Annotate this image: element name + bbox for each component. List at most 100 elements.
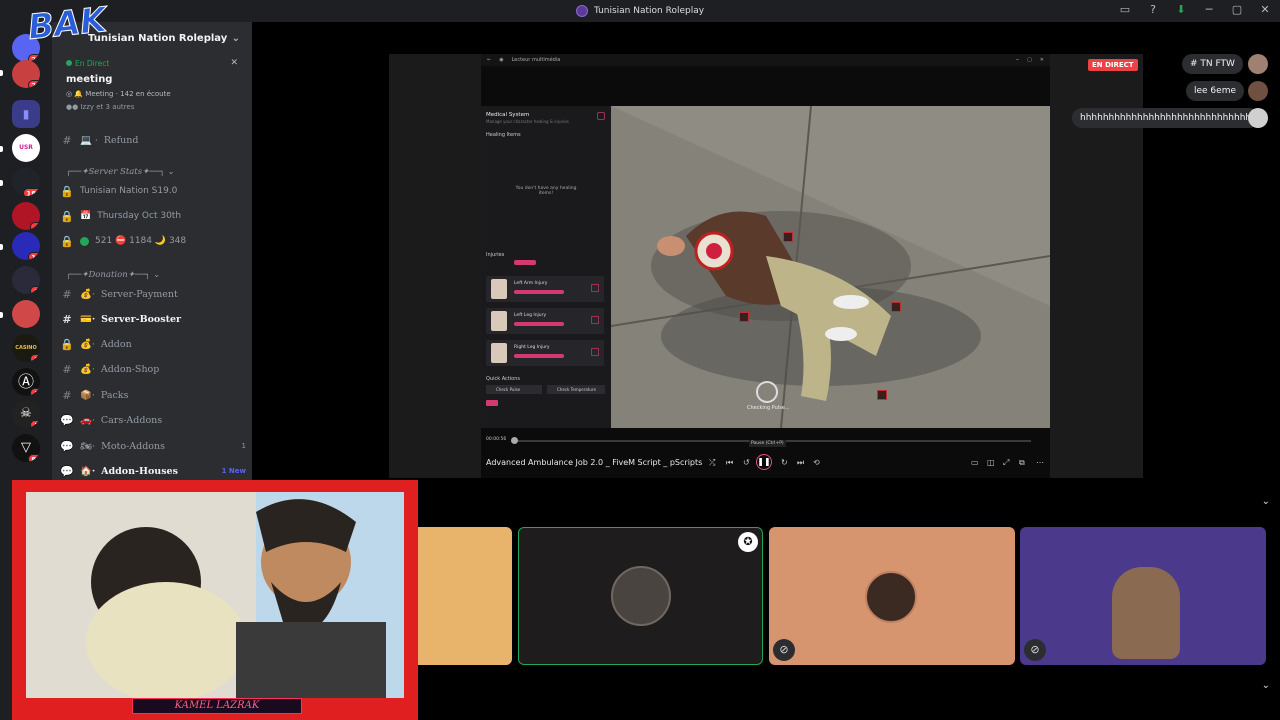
injury-marker-icon[interactable] bbox=[891, 302, 901, 312]
close-icon[interactable]: ✕ bbox=[1258, 3, 1272, 17]
channel-addon-shop[interactable]: # 💰· Addon-Shop bbox=[60, 358, 246, 380]
voice-status-panel: En Direct ✕ meeting ◎ 🔔 Meeting · 142 en… bbox=[60, 54, 244, 115]
streamer-feed bbox=[26, 492, 404, 698]
previous-icon[interactable]: ⏮ bbox=[726, 458, 733, 468]
avatar[interactable] bbox=[1248, 81, 1268, 101]
hud-subtitle: Manage your character healing & injuries bbox=[486, 119, 569, 124]
chevron-down-icon[interactable]: ⌄ bbox=[1262, 680, 1270, 691]
channel-addon-houses[interactable]: 💬 🏠· Addon-Houses 1 New bbox=[60, 460, 246, 482]
check-temperature-button[interactable]: Check Temperature bbox=[547, 385, 605, 394]
pause-button[interactable]: ❚❚ bbox=[756, 454, 772, 470]
miniplayer-icon[interactable]: ▭ bbox=[971, 458, 979, 467]
minimize-icon[interactable]: ─ bbox=[1202, 3, 1216, 17]
hud-close-icon[interactable] bbox=[597, 112, 605, 120]
title-bar: Tunisian Nation Roleplay ▭ ? ⬇ ─ ▢ ✕ bbox=[0, 0, 1280, 22]
injury-marker-icon[interactable] bbox=[783, 232, 793, 242]
server-icon-dm-avatar[interactable]: 20 bbox=[12, 60, 40, 88]
channel-cars-addons[interactable]: 💬 🚗· Cars-Addons bbox=[60, 409, 246, 431]
more-options-icon[interactable]: ⋯ bbox=[1036, 458, 1044, 467]
live-dot-icon bbox=[66, 60, 72, 66]
live-label: En Direct bbox=[75, 58, 110, 68]
folder-icon[interactable]: ▮ bbox=[12, 100, 40, 128]
treat-icon[interactable] bbox=[591, 284, 599, 292]
forum-icon: 💬 bbox=[60, 464, 74, 478]
server-icon-11[interactable]: ▽ 84 bbox=[12, 434, 40, 462]
channel-server-booster[interactable]: # 💳· Server-Booster bbox=[60, 308, 246, 330]
server-icon-4[interactable]: 4 bbox=[12, 202, 40, 230]
card-icon: 💳· bbox=[80, 313, 96, 325]
forum-icon: 💬 bbox=[60, 413, 74, 427]
game-video-frame[interactable]: Checking Pulse... Medical System Manage … bbox=[481, 106, 1050, 428]
injury-row[interactable]: Right Leg Injury bbox=[486, 340, 604, 366]
unread-pip bbox=[0, 146, 3, 152]
channel-refund[interactable]: # 💻 · Refund bbox=[60, 129, 246, 151]
time-label: 00:00:56 bbox=[486, 437, 507, 442]
live-badge: EN DIRECT bbox=[1088, 59, 1138, 71]
server-icon-3[interactable]: 184 bbox=[12, 168, 40, 196]
shuffle-icon[interactable]: ⤮ bbox=[709, 458, 715, 468]
screen-share-icon[interactable]: ▭ bbox=[1118, 3, 1132, 17]
window-title: Tunisian Nation Roleplay bbox=[593, 6, 705, 16]
fullscreen-icon[interactable]: ⤢ bbox=[1003, 458, 1009, 468]
injury-row[interactable]: Left Leg Injury bbox=[486, 308, 604, 334]
chevron-down-icon[interactable]: ⌄ bbox=[1262, 496, 1270, 507]
player-maximize-icon[interactable]: ▢ bbox=[1027, 57, 1032, 63]
channel-moto-addons[interactable]: 💬 🏍· Moto-Addons 1 bbox=[60, 435, 246, 457]
treat-icon[interactable] bbox=[591, 316, 599, 324]
hash-icon: # bbox=[62, 133, 72, 147]
avatar[interactable] bbox=[1248, 54, 1268, 74]
popout-icon[interactable]: ⧉ bbox=[1019, 458, 1025, 468]
help-icon[interactable]: ? bbox=[1146, 3, 1160, 17]
avatar bbox=[865, 571, 917, 623]
server-icon-5[interactable]: 16 bbox=[12, 232, 40, 260]
download-icon[interactable]: ⬇ bbox=[1174, 3, 1188, 17]
injury-marker-icon[interactable] bbox=[877, 390, 887, 400]
avatar bbox=[611, 566, 671, 626]
injury-row[interactable]: Left Arm Injury bbox=[486, 276, 604, 302]
server-icon-6[interactable]: 1 bbox=[12, 266, 40, 294]
hud-title: Medical System bbox=[486, 112, 530, 118]
voice-channel-name[interactable]: meeting bbox=[66, 74, 238, 85]
seek-handle[interactable] bbox=[511, 437, 518, 444]
server-icon-9[interactable]: Ⓐ 3 bbox=[12, 368, 40, 396]
cast-icon[interactable]: ◫ bbox=[987, 458, 995, 467]
channel-player-stats[interactable]: 🔒 521 ⛔ 1184 🌙 348 bbox=[60, 230, 246, 252]
channel-server-version[interactable]: 🔒 Tunisian Nation S19.0 bbox=[60, 180, 246, 202]
medical-system-panel: Medical System Manage your character hea… bbox=[481, 106, 611, 428]
online-dot-icon bbox=[80, 236, 89, 246]
treat-icon[interactable] bbox=[591, 348, 599, 356]
forward-icon[interactable]: ↻ bbox=[781, 458, 788, 467]
back-arrow-icon[interactable]: ← bbox=[487, 57, 491, 63]
player-title: Lecteur multimédia bbox=[511, 57, 561, 63]
injury-marker-icon[interactable] bbox=[739, 312, 749, 322]
server-icon-10[interactable]: ☠ 7 bbox=[12, 400, 40, 428]
maximize-icon[interactable]: ▢ bbox=[1230, 3, 1244, 17]
notification-badge: 20 bbox=[28, 80, 40, 88]
server-icon-usr[interactable]: USR bbox=[12, 134, 40, 162]
server-icon-casino[interactable]: CASINO 3 bbox=[12, 334, 40, 362]
lock-icon: 🔒 bbox=[60, 337, 74, 351]
rewind-icon[interactable]: ↺ bbox=[743, 458, 750, 467]
category-donation[interactable]: ┌──✦Donation✦──┐ ⌄ bbox=[66, 270, 160, 280]
category-server-stats[interactable]: ┌──✦Server Stats✦──┐ ⌄ bbox=[66, 167, 174, 177]
repeat-icon[interactable]: ⟲ bbox=[813, 458, 820, 467]
channel-date[interactable]: 🔒 📅 Thursday Oct 30th bbox=[60, 205, 246, 227]
player-close-icon[interactable]: ✕ bbox=[1040, 57, 1044, 63]
lock-icon: 🔒 bbox=[60, 209, 74, 223]
close-voice-icon[interactable]: ✕ bbox=[230, 58, 238, 68]
player-minimize-icon[interactable]: ─ bbox=[1016, 57, 1019, 63]
next-icon[interactable]: ⏭ bbox=[797, 458, 804, 468]
channel-addon[interactable]: 🔒 💰· Addon bbox=[60, 333, 246, 355]
lock-icon: 🔒 bbox=[60, 184, 74, 198]
participant-tile-speaking[interactable]: ✪ bbox=[518, 527, 763, 665]
server-icon-7[interactable] bbox=[12, 300, 40, 328]
star-badge-icon: ✪ bbox=[738, 532, 758, 552]
participant-tile[interactable]: ⊘ bbox=[769, 527, 1015, 665]
avatar[interactable] bbox=[1248, 108, 1268, 128]
channel-packs[interactable]: # 📦· Packs bbox=[60, 384, 246, 406]
participant-tile[interactable] bbox=[412, 527, 512, 665]
channel-server-payment[interactable]: # 💰· Server-Payment bbox=[60, 283, 246, 305]
participant-tile[interactable]: ⊘ bbox=[1020, 527, 1266, 665]
check-pulse-button[interactable]: Check Pulse bbox=[486, 385, 542, 394]
notification-badge: 4 bbox=[30, 222, 40, 230]
